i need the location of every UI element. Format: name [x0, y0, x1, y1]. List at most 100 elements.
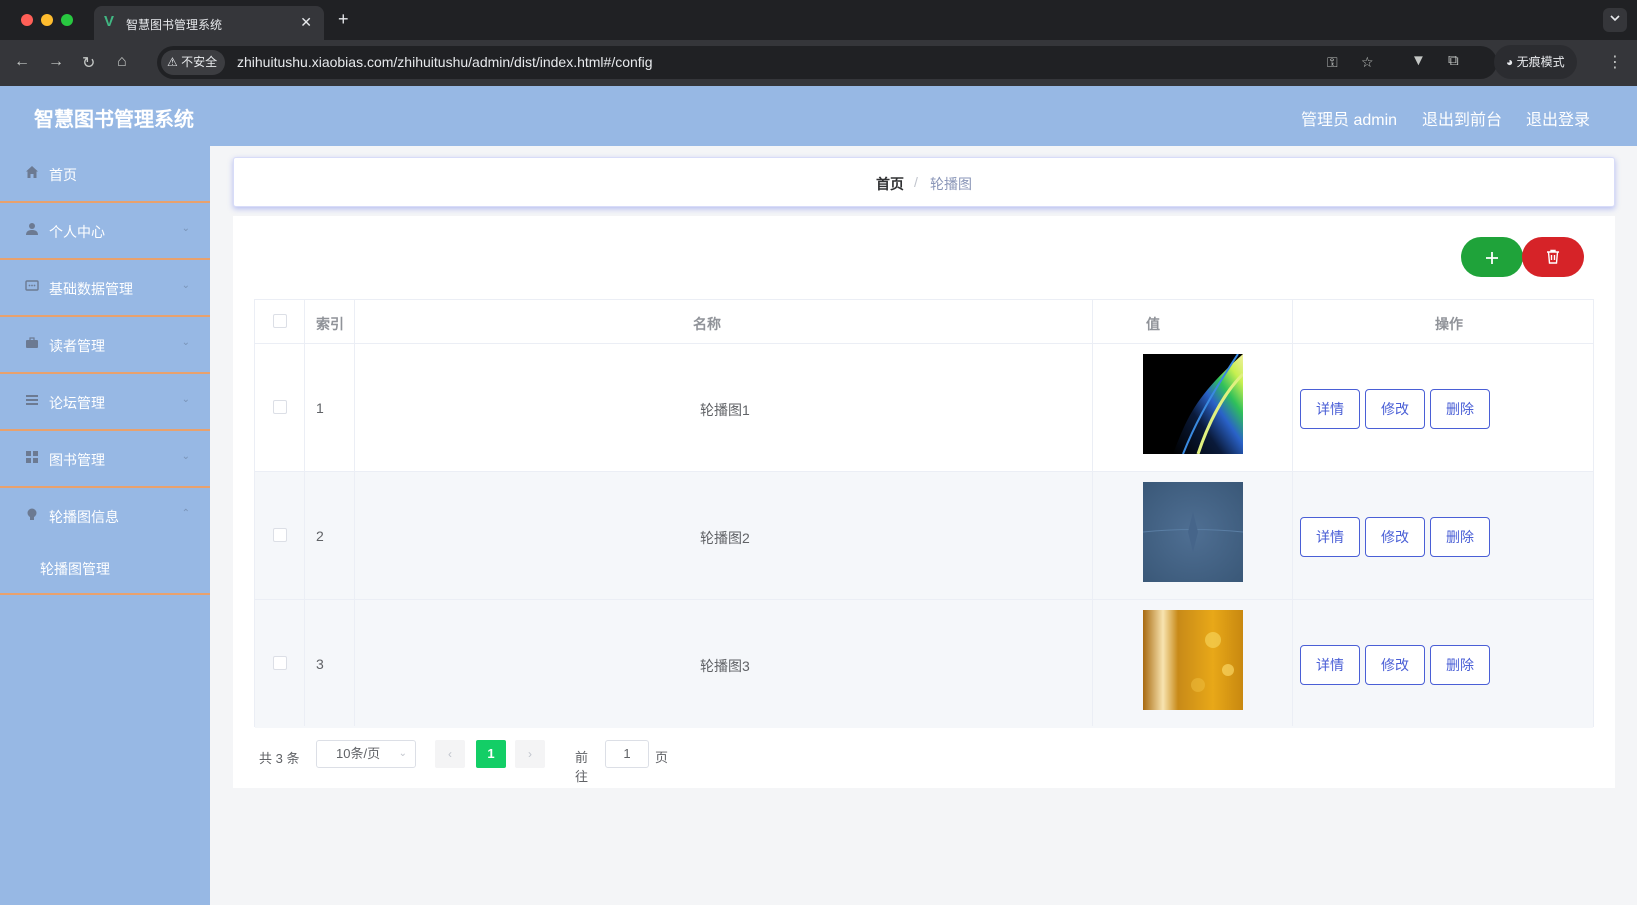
batch-delete-button[interactable] — [1522, 237, 1584, 277]
blue-texture-thumbnail[interactable] — [1143, 482, 1243, 582]
page-suffix-label: 页 — [655, 750, 669, 765]
chat-icon — [24, 279, 40, 295]
vue-devtools-icon[interactable]: ▼ — [1411, 52, 1426, 69]
tab-search-button[interactable] — [1603, 8, 1627, 32]
column-header-actions: 操作 — [1435, 316, 1463, 332]
pagination-total: 共 3 条 — [259, 751, 300, 766]
incognito-badge[interactable]: ◕ 无痕模式 — [1494, 45, 1577, 79]
sidebar-subitem-label: 轮播图管理 — [40, 561, 110, 577]
sidebar-item-forum[interactable]: 论坛管理 ⌄ — [0, 374, 210, 431]
chevron-down-icon: ⌄ — [181, 223, 190, 234]
add-button[interactable] — [1461, 237, 1523, 277]
chevron-down-icon: ⌄ — [181, 280, 190, 291]
column-header-value: 值 — [1146, 316, 1160, 332]
table-row: 2 轮播图2 详情 修改 删除 — [255, 472, 1593, 600]
next-page-button[interactable]: › — [515, 740, 545, 768]
row-index: 1 — [316, 400, 324, 416]
maximize-window-button[interactable] — [61, 14, 73, 26]
address-bar-row: ← → ↻ ⌂ ⚠ 不安全 zhihuitushu.xiaobias.com/z… — [0, 40, 1637, 86]
sidebar-item-carousel-info[interactable]: 轮播图信息 ⌃ — [0, 488, 210, 545]
table-row: 3 轮播图3 详情 修改 删除 — [255, 600, 1593, 728]
more-menu-icon[interactable]: ⋮ — [1607, 52, 1623, 72]
reload-icon[interactable]: ↻ — [82, 53, 95, 73]
sidebar-item-label: 基础数据管理 — [49, 281, 133, 297]
golden-bokeh-thumbnail[interactable] — [1143, 610, 1243, 710]
app-header: 智慧图书管理系统 管理员 admin 退出到前台 退出登录 — [0, 86, 1637, 146]
delete-button[interactable]: 删除 — [1430, 645, 1490, 685]
column-divider — [304, 300, 305, 726]
key-icon[interactable]: ⚿ — [1327, 54, 1338, 71]
prev-page-button[interactable]: ‹ — [435, 740, 465, 768]
warning-icon: ⚠ — [167, 55, 178, 69]
chevron-up-icon: ⌃ — [181, 508, 190, 519]
column-header-index: 索引 — [316, 316, 344, 332]
home-icon — [24, 165, 40, 181]
close-window-button[interactable] — [21, 14, 33, 26]
column-header-name: 名称 — [693, 316, 721, 332]
page-size-select[interactable]: 10条/页 ⌄ — [316, 740, 416, 768]
tab-close-button[interactable]: ✕ — [300, 14, 312, 31]
row-name: 轮播图3 — [700, 658, 750, 674]
star-icon[interactable]: ☆ — [1361, 54, 1374, 71]
briefcase-icon — [24, 336, 40, 352]
edit-button[interactable]: 修改 — [1365, 517, 1425, 557]
detail-button[interactable]: 详情 — [1300, 645, 1360, 685]
row-index: 3 — [316, 656, 324, 672]
security-chip[interactable]: ⚠ 不安全 — [161, 50, 226, 75]
user-icon — [24, 222, 40, 238]
row-checkbox[interactable] — [273, 400, 287, 414]
extensions-icon[interactable]: ⧉ — [1448, 52, 1459, 69]
breadcrumb-current: 轮播图 — [930, 176, 972, 192]
row-checkbox[interactable] — [273, 656, 287, 670]
menu-lines-icon — [24, 393, 40, 409]
breadcrumb-home[interactable]: 首页 — [876, 174, 904, 194]
sidebar: 首页 个人中心 ⌄ 基础数据管理 ⌄ 读者管理 ⌄ 论坛管理 ⌄ 图书管理 ⌄ — [0, 146, 210, 905]
vue-favicon-icon: V — [104, 13, 115, 30]
logout-link[interactable]: 退出登录 — [1526, 106, 1590, 130]
carousel-table: 索引 名称 值 操作 1 轮播图1 详情 修改 删除 2 轮播图2 详情 修改 … — [254, 299, 1594, 728]
back-to-front-link[interactable]: 退出到前台 — [1422, 106, 1502, 130]
sidebar-item-readers[interactable]: 读者管理 ⌄ — [0, 317, 210, 374]
bulb-icon — [24, 507, 40, 523]
sidebar-item-label: 论坛管理 — [49, 395, 105, 411]
edit-button[interactable]: 修改 — [1365, 389, 1425, 429]
select-all-checkbox[interactable] — [273, 314, 287, 328]
grid-icon — [24, 450, 40, 466]
page-number-button[interactable]: 1 — [476, 740, 506, 768]
detail-button[interactable]: 详情 — [1300, 517, 1360, 557]
breadcrumb: 首页 / 轮播图 — [233, 157, 1615, 207]
admin-user-label: 管理员 admin — [1301, 112, 1398, 129]
incognito-label: 无痕模式 — [1516, 55, 1565, 69]
sidebar-item-basic-data[interactable]: 基础数据管理 ⌄ — [0, 260, 210, 317]
new-tab-button[interactable]: + — [338, 9, 349, 30]
goto-label: 前往 — [575, 750, 589, 784]
sidebar-subitem-carousel-management[interactable]: 轮播图管理 — [0, 543, 210, 595]
abstract-green-wave-thumbnail[interactable] — [1143, 354, 1243, 454]
sidebar-item-home[interactable]: 首页 — [0, 146, 210, 203]
sidebar-item-label: 个人中心 — [49, 224, 105, 240]
minimize-window-button[interactable] — [41, 14, 53, 26]
row-checkbox[interactable] — [273, 528, 287, 542]
edit-button[interactable]: 修改 — [1365, 645, 1425, 685]
goto-page-input[interactable]: 1 — [605, 740, 649, 768]
sidebar-item-profile[interactable]: 个人中心 ⌄ — [0, 203, 210, 260]
row-name: 轮播图1 — [700, 402, 750, 418]
sidebar-item-label: 图书管理 — [49, 452, 105, 468]
page-size-value: 10条/页 — [336, 746, 381, 761]
chevron-down-icon: ⌄ — [181, 337, 190, 348]
sidebar-item-books[interactable]: 图书管理 ⌄ — [0, 431, 210, 488]
security-label: 不安全 — [181, 55, 218, 69]
chevron-down-icon: ⌄ — [181, 451, 190, 462]
delete-button[interactable]: 删除 — [1430, 389, 1490, 429]
detail-button[interactable]: 详情 — [1300, 389, 1360, 429]
back-icon[interactable]: ← — [14, 53, 30, 71]
browser-tab[interactable]: V 智慧图书管理系统 ✕ — [94, 6, 324, 40]
home-page-icon[interactable]: ⌂ — [117, 53, 127, 71]
url-input[interactable]: ⚠ 不安全 zhihuitushu.xiaobias.com/zhihuitus… — [157, 46, 1497, 79]
forward-icon[interactable]: → — [48, 53, 64, 71]
row-index: 2 — [316, 528, 324, 544]
column-divider — [1292, 300, 1293, 726]
table-header: 索引 名称 值 操作 — [255, 300, 1593, 344]
chevron-down-icon — [1610, 15, 1620, 22]
delete-button[interactable]: 删除 — [1430, 517, 1490, 557]
